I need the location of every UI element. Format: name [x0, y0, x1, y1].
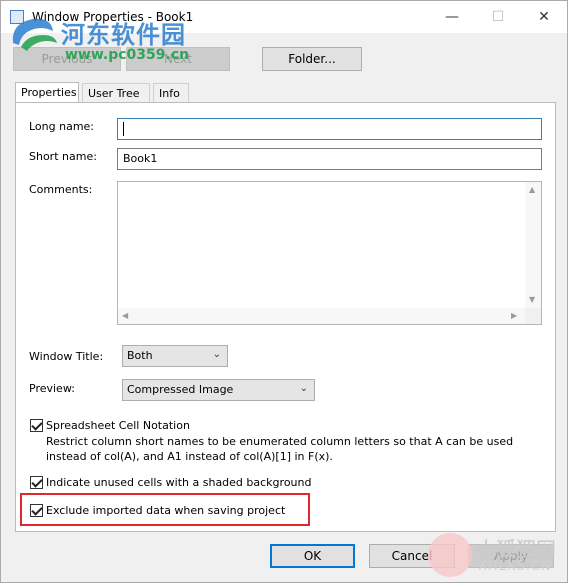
previous-button[interactable]: Previous — [13, 47, 121, 71]
window-properties-dialog: Window Properties - Book1 — ☐ ✕ Previous… — [0, 0, 568, 583]
scroll-right-icon[interactable]: ▶ — [511, 311, 517, 320]
spreadsheet-notation-description: Restrict column short names to be enumer… — [46, 435, 514, 463]
long-name-input[interactable] — [117, 118, 542, 140]
window-title: Window Properties - Book1 — [32, 10, 194, 24]
maximize-button[interactable]: ☐ — [475, 1, 521, 33]
short-name-input[interactable]: Book1 — [117, 148, 542, 170]
tab-info[interactable]: Info — [153, 83, 189, 103]
comments-textarea[interactable]: ▲ ▼ ◀ ▶ — [117, 181, 542, 325]
scroll-down-icon[interactable]: ▼ — [529, 295, 535, 304]
title-bar[interactable]: Window Properties - Book1 — ☐ ✕ — [1, 1, 567, 33]
shaded-unused-label: Indicate unused cells with a shaded back… — [46, 476, 312, 489]
cancel-button[interactable]: Cancel — [369, 544, 455, 568]
shaded-unused-checkbox[interactable] — [30, 476, 43, 489]
spreadsheet-notation-checkbox[interactable] — [30, 419, 43, 432]
scroll-up-icon[interactable]: ▲ — [529, 185, 535, 194]
preview-label: Preview: — [29, 382, 75, 395]
horizontal-scrollbar[interactable]: ◀ ▶ — [118, 308, 525, 324]
next-button[interactable]: Next — [126, 47, 230, 71]
exclude-imported-checkbox[interactable] — [30, 504, 43, 517]
properties-panel: Long name: Short name: Book1 Comments: ▲… — [15, 102, 556, 532]
chevron-down-icon: ⌄ — [299, 383, 308, 394]
short-name-label: Short name: — [29, 150, 97, 163]
text-caret — [123, 122, 124, 136]
exclude-imported-label: Exclude imported data when saving projec… — [46, 504, 286, 517]
ok-button[interactable]: OK — [270, 544, 355, 568]
app-icon — [10, 10, 24, 24]
preview-select[interactable]: Compressed Image ⌄ — [122, 379, 315, 401]
scrollbar-corner — [525, 308, 541, 324]
scroll-left-icon[interactable]: ◀ — [122, 311, 128, 320]
long-name-label: Long name: — [29, 120, 95, 133]
close-button[interactable]: ✕ — [521, 1, 567, 33]
apply-button[interactable]: Apply — [468, 544, 554, 568]
tab-user-tree[interactable]: User Tree — [82, 83, 150, 103]
minimize-button[interactable]: — — [429, 1, 475, 33]
comments-label: Comments: — [29, 183, 93, 196]
vertical-scrollbar[interactable]: ▲ ▼ — [525, 182, 541, 309]
window-title-select[interactable]: Both ⌄ — [122, 345, 228, 367]
chevron-down-icon: ⌄ — [212, 349, 221, 360]
spreadsheet-notation-label: Spreadsheet Cell Notation — [46, 419, 190, 432]
tab-properties[interactable]: Properties — [15, 82, 79, 103]
folder-button[interactable]: Folder... — [262, 47, 362, 71]
window-title-label: Window Title: — [29, 350, 104, 363]
